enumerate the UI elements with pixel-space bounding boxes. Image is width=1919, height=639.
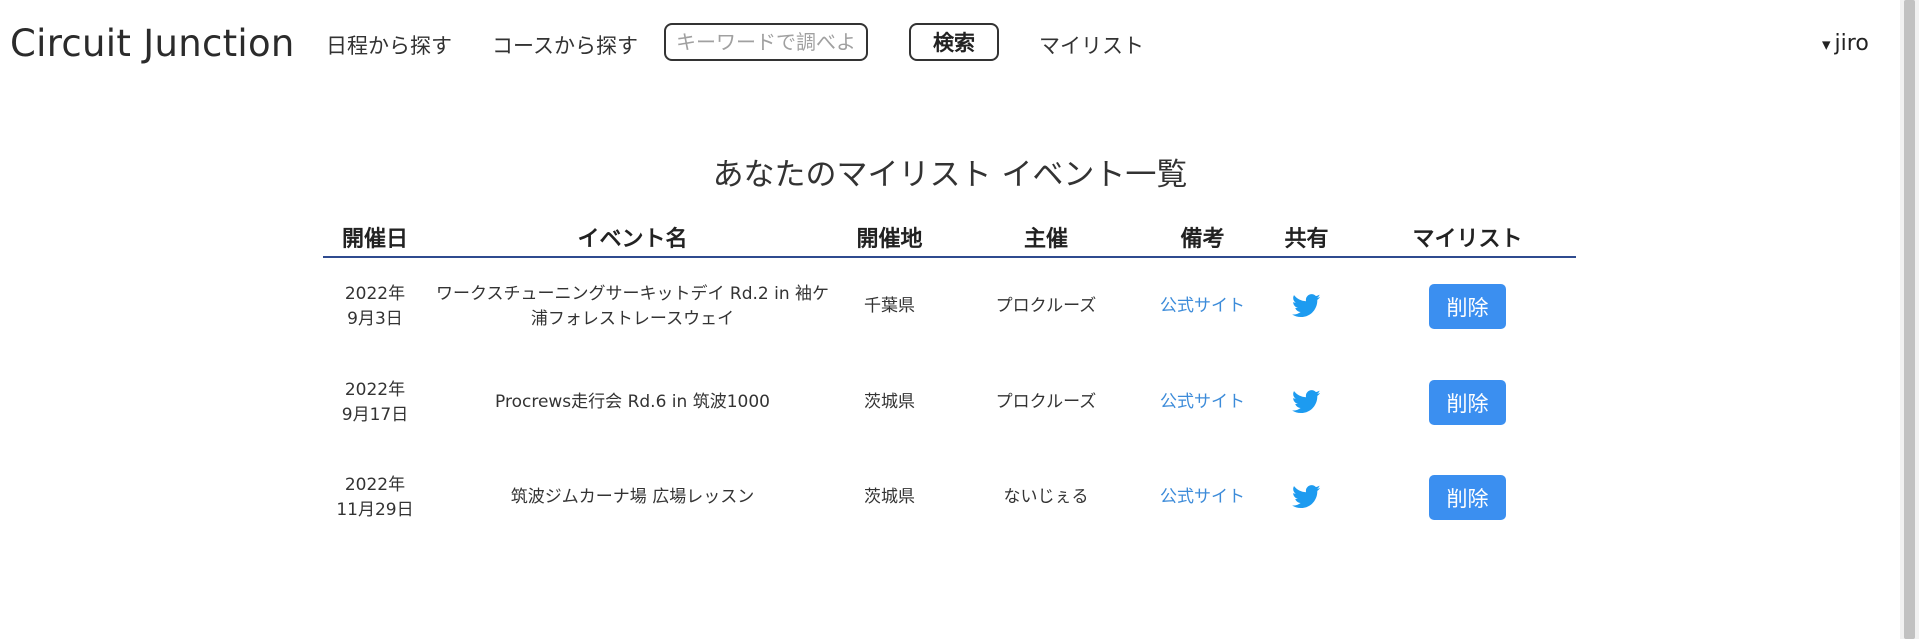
official-site-link[interactable]: 公式サイト [1160, 487, 1245, 507]
vertical-scrollbar[interactable] [1900, 0, 1919, 639]
column-header-note: 備考 [1151, 217, 1254, 258]
search-input[interactable] [664, 23, 868, 61]
delete-button[interactable]: 削除 [1429, 380, 1506, 425]
event-name: 筑波ジムカーナ場 広場レッスン [510, 487, 755, 507]
event-name: ワークスチューニングサーキットデイ Rd.2 in 袖ケ浦フォレストレースウェイ [435, 283, 830, 329]
official-site-link[interactable]: 公式サイト [1160, 296, 1245, 316]
table-row: 2022年 11月29日 筑波ジムカーナ場 広場レッスン 茨城県 ないじぇる 公… [323, 450, 1576, 545]
event-mylist-action: 削除 [1359, 355, 1576, 450]
mylist-events-table: 開催日 イベント名 開催地 主催 備考 共有 マイリスト 2022年 9月3日 … [323, 217, 1576, 545]
event-share [1254, 257, 1359, 355]
delete-button[interactable]: 削除 [1429, 475, 1506, 520]
column-header-event-name: イベント名 [427, 217, 838, 258]
nav-link-course[interactable]: コースから探す [492, 30, 638, 60]
event-note: 公式サイト [1151, 257, 1254, 355]
column-header-organizer: 主催 [941, 217, 1151, 258]
event-date-year: 2022年 [344, 474, 406, 495]
brand-logo[interactable]: Circuit Junction [10, 22, 295, 65]
event-organizer: プロクルーズ [995, 392, 1097, 412]
page-title: あなたのマイリスト イベント一覧 [712, 156, 1188, 193]
event-note: 公式サイト [1151, 355, 1254, 450]
official-site-link[interactable]: 公式サイト [1160, 392, 1245, 412]
table-row: 2022年 9月3日 ワークスチューニングサーキットデイ Rd.2 in 袖ケ浦… [323, 257, 1576, 355]
event-share [1254, 450, 1359, 545]
column-header-date: 開催日 [323, 217, 427, 258]
scrollbar-thumb[interactable] [1904, 0, 1915, 639]
twitter-icon[interactable] [1292, 294, 1321, 318]
table-header-row: 開催日 イベント名 開催地 主催 備考 共有 マイリスト [323, 217, 1576, 258]
event-date-year: 2022年 [344, 283, 406, 304]
table-row: 2022年 9月17日 Procrews走行会 Rd.6 in 筑波1000 茨… [323, 355, 1576, 450]
event-note: 公式サイト [1151, 450, 1254, 545]
event-name: Procrews走行会 Rd.6 in 筑波1000 [495, 392, 770, 412]
event-mylist-action: 削除 [1359, 450, 1576, 545]
event-organizer: プロクルーズ [995, 296, 1097, 316]
column-header-share: 共有 [1254, 217, 1359, 258]
column-header-mylist: マイリスト [1359, 217, 1576, 258]
twitter-icon[interactable] [1292, 485, 1321, 509]
caret-down-icon: ▾ [1822, 35, 1831, 55]
event-location: 千葉県 [864, 296, 915, 316]
event-location: 茨城県 [864, 487, 915, 507]
top-navbar: Circuit Junction 日程から探す コースから探す 検索 マイリスト… [0, 0, 1900, 90]
event-organizer: ないじぇる [1003, 487, 1089, 507]
nav-link-schedule[interactable]: 日程から探す [326, 30, 452, 60]
event-date: 2022年 9月3日 [323, 257, 427, 355]
user-menu[interactable]: ▾ jiro [1822, 31, 1869, 56]
event-date-day: 11月29日 [336, 499, 414, 520]
nav-link-mylist[interactable]: マイリスト [1039, 30, 1144, 60]
delete-button[interactable]: 削除 [1429, 284, 1506, 329]
event-date-day: 9月3日 [347, 308, 403, 329]
event-date: 2022年 11月29日 [323, 450, 427, 545]
twitter-icon[interactable] [1292, 390, 1321, 414]
search-button[interactable]: 検索 [909, 23, 999, 61]
column-header-location: 開催地 [838, 217, 941, 258]
event-date-day: 9月17日 [341, 404, 409, 425]
event-mylist-action: 削除 [1359, 257, 1576, 355]
event-location: 茨城県 [864, 392, 915, 412]
event-date: 2022年 9月17日 [323, 355, 427, 450]
user-name: jiro [1834, 31, 1869, 56]
event-date-year: 2022年 [344, 379, 406, 400]
event-share [1254, 355, 1359, 450]
